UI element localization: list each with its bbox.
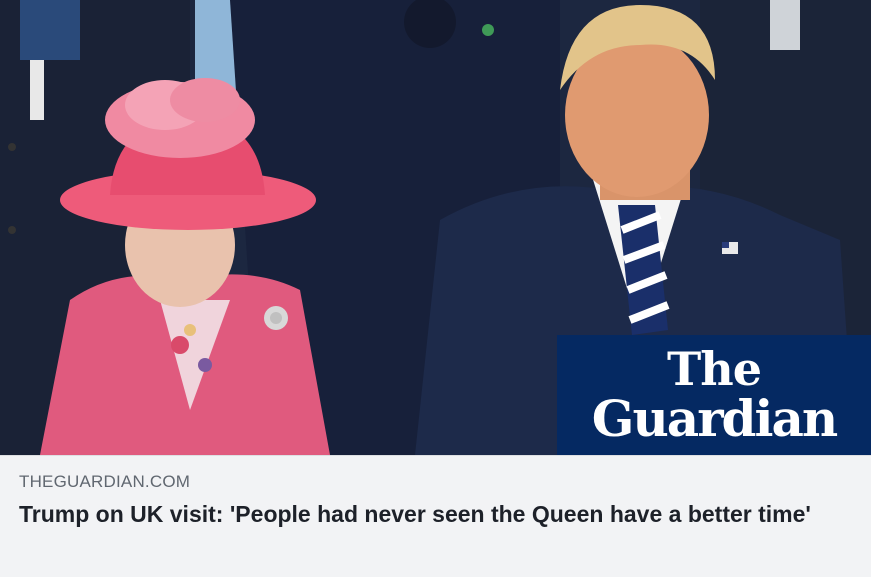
link-preview-card[interactable]: The Guardian THEGUARDIAN.COM Trump on UK… <box>0 0 871 577</box>
link-headline[interactable]: Trump on UK visit: 'People had never see… <box>19 499 819 530</box>
logo-line-the: The <box>667 342 762 396</box>
guardian-logo: The Guardian <box>557 335 871 455</box>
link-domain: THEGUARDIAN.COM <box>19 472 191 491</box>
logo-line-guardian: Guardian <box>591 389 838 448</box>
link-preview-image[interactable]: The Guardian <box>0 0 871 455</box>
link-preview-caption[interactable]: THEGUARDIAN.COM Trump on UK visit: 'Peop… <box>0 455 871 577</box>
